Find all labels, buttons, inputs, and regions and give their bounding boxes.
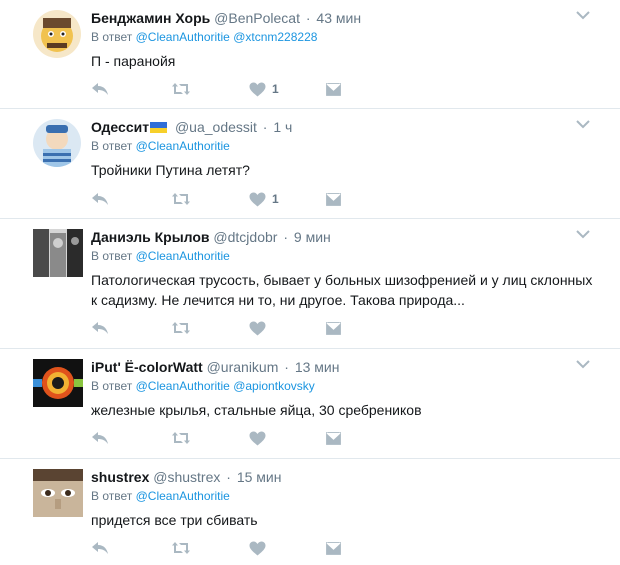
retweet-button[interactable] bbox=[171, 319, 191, 337]
like-button[interactable]: 1 bbox=[249, 80, 279, 98]
display-name[interactable]: Одессит bbox=[91, 119, 149, 135]
retweet-button[interactable] bbox=[171, 190, 191, 208]
avatar[interactable] bbox=[33, 229, 83, 277]
user-handle[interactable]: @BenPolecat bbox=[214, 10, 300, 26]
reply-prefix: В ответ bbox=[91, 489, 133, 503]
like-button[interactable] bbox=[249, 539, 266, 557]
avatar[interactable] bbox=[33, 469, 83, 517]
reply-button[interactable] bbox=[91, 190, 109, 208]
retweet-icon bbox=[172, 542, 190, 554]
reply-prefix: В ответ bbox=[91, 30, 133, 44]
reply-context: В ответ @CleanAuthoritie bbox=[91, 249, 600, 264]
chevron-down-icon[interactable] bbox=[576, 229, 590, 239]
display-name[interactable]: Даниэль Крылов bbox=[91, 229, 210, 245]
retweet-button[interactable] bbox=[171, 539, 191, 557]
direct-message-icon bbox=[325, 540, 342, 556]
tweet-text: придется все три сбивать bbox=[91, 512, 258, 528]
direct-message-button[interactable] bbox=[325, 539, 342, 557]
separator-dot: · bbox=[305, 10, 311, 26]
reply-button[interactable] bbox=[91, 80, 109, 98]
like-count: 1 bbox=[272, 192, 279, 206]
tweet[interactable]: Даниэль Крылов @dtcjdobr · 9 мин В ответ… bbox=[0, 219, 620, 349]
separator-dot: · bbox=[226, 469, 231, 485]
avatar[interactable] bbox=[33, 359, 83, 407]
tweet-text: железные крылья, стальные яйца, 30 сребр… bbox=[91, 402, 422, 418]
ukraine-flag-icon bbox=[150, 122, 168, 133]
direct-message-button[interactable] bbox=[325, 190, 342, 208]
direct-message-icon bbox=[325, 81, 342, 97]
reply-prefix: В ответ bbox=[91, 249, 133, 263]
retweet-icon bbox=[172, 193, 190, 205]
tweet-text: Тройники Путина летят? bbox=[91, 162, 250, 178]
heart-icon bbox=[249, 541, 266, 555]
heart-icon bbox=[249, 431, 266, 445]
separator-dot: · bbox=[284, 359, 289, 375]
display-name[interactable]: Бенджамин Хорь bbox=[91, 10, 210, 26]
avatar[interactable] bbox=[33, 119, 81, 167]
reply-icon bbox=[92, 83, 108, 95]
retweet-button[interactable] bbox=[171, 80, 191, 98]
reply-context: В ответ @CleanAuthoritie @apiontkovsky bbox=[91, 379, 600, 394]
tweet-text: Патологическая трусость, бывает у больны… bbox=[91, 272, 593, 308]
reply-context: В ответ @CleanAuthoritie bbox=[91, 139, 600, 154]
display-name[interactable]: shustrex bbox=[91, 469, 149, 485]
heart-icon bbox=[249, 321, 266, 335]
avatar[interactable] bbox=[33, 10, 81, 58]
direct-message-icon bbox=[325, 430, 342, 446]
timestamp[interactable]: 1 ч bbox=[273, 119, 292, 135]
direct-message-icon bbox=[325, 191, 342, 207]
reply-icon bbox=[92, 542, 108, 554]
timestamp[interactable]: 15 мин bbox=[237, 469, 282, 485]
tweet[interactable]: shustrex @shustrex · 15 мин В ответ @Cle… bbox=[0, 459, 620, 565]
direct-message-icon bbox=[325, 320, 342, 336]
mention-link[interactable]: @CleanAuthoritie bbox=[136, 249, 230, 263]
timestamp[interactable]: 13 мин bbox=[295, 359, 340, 375]
retweet-icon bbox=[172, 432, 190, 444]
user-handle[interactable]: @shustrex bbox=[153, 469, 220, 485]
user-handle[interactable]: @ua_odessit bbox=[175, 119, 257, 135]
like-count: 1 bbox=[272, 82, 279, 96]
reply-icon bbox=[92, 193, 108, 205]
like-button[interactable]: 1 bbox=[249, 190, 279, 208]
retweet-button[interactable] bbox=[171, 429, 191, 447]
reply-prefix: В ответ bbox=[91, 139, 133, 153]
direct-message-button[interactable] bbox=[325, 319, 342, 337]
mention-link[interactable]: @CleanAuthoritie bbox=[136, 379, 230, 393]
retweet-icon bbox=[172, 322, 190, 334]
reply-context: В ответ @CleanAuthoritie bbox=[91, 489, 600, 504]
reply-icon bbox=[92, 432, 108, 444]
chevron-down-icon[interactable] bbox=[576, 359, 590, 369]
chevron-down-icon[interactable] bbox=[576, 10, 590, 20]
tweet[interactable]: Бенджамин Хорь @BenPolecat · 43 мин В от… bbox=[0, 0, 620, 109]
chevron-down-icon[interactable] bbox=[576, 119, 590, 129]
retweet-icon bbox=[172, 83, 190, 95]
mention-link[interactable]: @CleanAuthoritie bbox=[136, 30, 230, 44]
mention-link[interactable]: @xtcnm228228 bbox=[233, 30, 317, 44]
tweet-text: П - паранойя bbox=[91, 53, 176, 69]
reply-button[interactable] bbox=[91, 429, 109, 447]
mention-link[interactable]: @apiontkovsky bbox=[233, 379, 315, 393]
like-button[interactable] bbox=[249, 319, 266, 337]
heart-icon bbox=[249, 82, 266, 96]
timestamp[interactable]: 9 мин bbox=[294, 229, 331, 245]
mention-link[interactable]: @CleanAuthoritie bbox=[136, 489, 230, 503]
reply-prefix: В ответ bbox=[91, 379, 133, 393]
reply-button[interactable] bbox=[91, 319, 109, 337]
tweet[interactable]: Одессит @ua_odessit · 1 ч В ответ @Clean… bbox=[0, 109, 620, 219]
like-button[interactable] bbox=[249, 429, 266, 447]
tweet[interactable]: iPut' Ë-colorWatt @uranikum · 13 мин В о… bbox=[0, 349, 620, 459]
reply-icon bbox=[92, 322, 108, 334]
display-name[interactable]: iPut' Ë-colorWatt bbox=[91, 359, 203, 375]
mention-link[interactable]: @CleanAuthoritie bbox=[136, 139, 230, 153]
separator-dot: · bbox=[262, 119, 268, 135]
separator-dot: · bbox=[283, 229, 288, 245]
timestamp[interactable]: 43 мин bbox=[316, 10, 361, 26]
direct-message-button[interactable] bbox=[325, 429, 342, 447]
reply-context: В ответ @CleanAuthoritie @xtcnm228228 bbox=[91, 30, 600, 45]
direct-message-button[interactable] bbox=[325, 80, 342, 98]
user-handle[interactable]: @dtcjdobr bbox=[213, 229, 277, 245]
user-handle[interactable]: @uranikum bbox=[207, 359, 279, 375]
reply-button[interactable] bbox=[91, 539, 109, 557]
heart-icon bbox=[249, 192, 266, 206]
